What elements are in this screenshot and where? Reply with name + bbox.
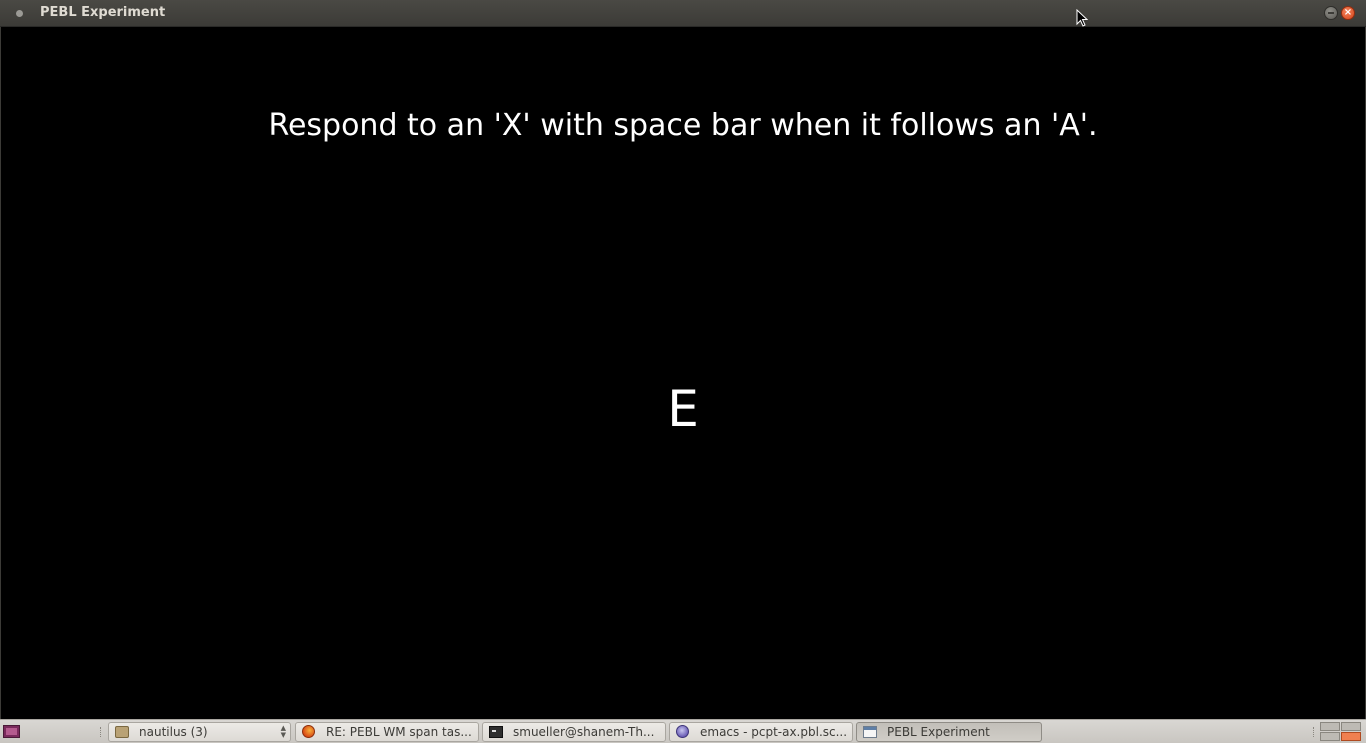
firefox-icon xyxy=(302,725,315,738)
bottom-panel: nautilus (3) ▲ ▼ RE: PEBL WM span tas... … xyxy=(0,719,1366,743)
taskbar-item-label: RE: PEBL WM span tas... xyxy=(326,725,472,739)
taskbar-item-label: smueller@shanem-Th... xyxy=(513,725,655,739)
group-arrows-icon: ▲ ▼ xyxy=(280,724,286,739)
workspace-1[interactable] xyxy=(1320,722,1340,731)
stimulus-letter: E xyxy=(667,380,699,438)
workspace-4[interactable] xyxy=(1341,732,1361,741)
terminal-icon xyxy=(489,726,503,738)
taskbar-item-pebl-experiment[interactable]: PEBL Experiment xyxy=(856,722,1042,742)
taskbar-item-terminal[interactable]: smueller@shanem-Th... xyxy=(482,722,666,742)
panel-handle[interactable] xyxy=(1313,727,1317,737)
window-icon xyxy=(863,726,877,738)
workspace-switcher[interactable] xyxy=(1320,722,1362,742)
file-cabinet-icon xyxy=(115,726,129,738)
window-title: PEBL Experiment xyxy=(40,5,166,20)
taskbar-item-emacs[interactable]: emacs - pcpt-ax.pbl.sc... xyxy=(669,722,853,742)
taskbar-item-nautilus[interactable]: nautilus (3) ▲ ▼ xyxy=(108,722,291,742)
show-desktop-icon[interactable] xyxy=(3,725,20,738)
close-button[interactable]: × xyxy=(1341,6,1355,20)
window-menu-icon[interactable] xyxy=(16,10,23,17)
taskbar-item-label: nautilus (3) xyxy=(139,725,208,739)
minimize-button[interactable] xyxy=(1324,6,1338,20)
instruction-text: Respond to an 'X' with space bar when it… xyxy=(268,108,1098,143)
emacs-icon xyxy=(676,725,689,738)
panel-handle[interactable] xyxy=(100,727,104,737)
mouse-pointer-icon xyxy=(1076,9,1088,27)
taskbar-item-label: emacs - pcpt-ax.pbl.sc... xyxy=(700,725,848,739)
window-titlebar[interactable]: PEBL Experiment × xyxy=(0,0,1366,27)
taskbar-item-firefox[interactable]: RE: PEBL WM span tas... xyxy=(295,722,479,742)
pebl-experiment-window: PEBL Experiment × Respond to an 'X' with… xyxy=(0,0,1366,719)
taskbar-item-label: PEBL Experiment xyxy=(887,725,990,739)
workspace-3[interactable] xyxy=(1320,732,1340,741)
workspace-2[interactable] xyxy=(1341,722,1361,731)
